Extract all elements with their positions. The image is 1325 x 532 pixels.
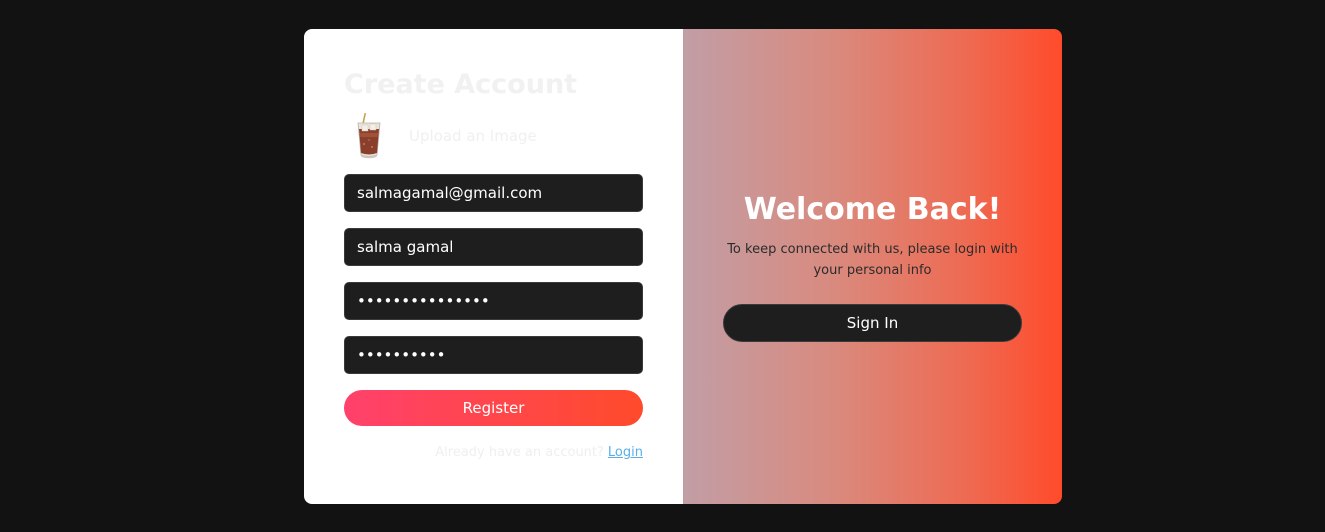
confirm-password-field[interactable]: [344, 336, 643, 374]
auth-card: Create Account Upload an Image Register …: [304, 29, 1062, 504]
welcome-panel: Welcome Back! To keep connected with us,…: [683, 29, 1062, 504]
register-panel: Create Account Upload an Image Register …: [304, 29, 683, 504]
page-title: Create Account: [344, 69, 578, 100]
password-field[interactable]: [344, 282, 643, 320]
welcome-heading: Welcome Back!: [743, 192, 1002, 227]
sign-in-button[interactable]: Sign In: [723, 304, 1022, 342]
login-link[interactable]: Login: [608, 445, 643, 460]
upload-label[interactable]: Upload an Image: [409, 127, 537, 145]
image-upload[interactable]: Upload an Image: [344, 111, 537, 161]
welcome-subtext: To keep connected with us, please login …: [727, 242, 1018, 278]
email-field[interactable]: [344, 174, 643, 212]
register-button[interactable]: Register: [344, 390, 643, 426]
name-field[interactable]: [344, 228, 643, 266]
avatar-image[interactable]: [344, 111, 394, 161]
already-have-account-text: Already have an account?: [435, 445, 604, 460]
login-prompt: Already have an account? Login: [435, 445, 643, 460]
